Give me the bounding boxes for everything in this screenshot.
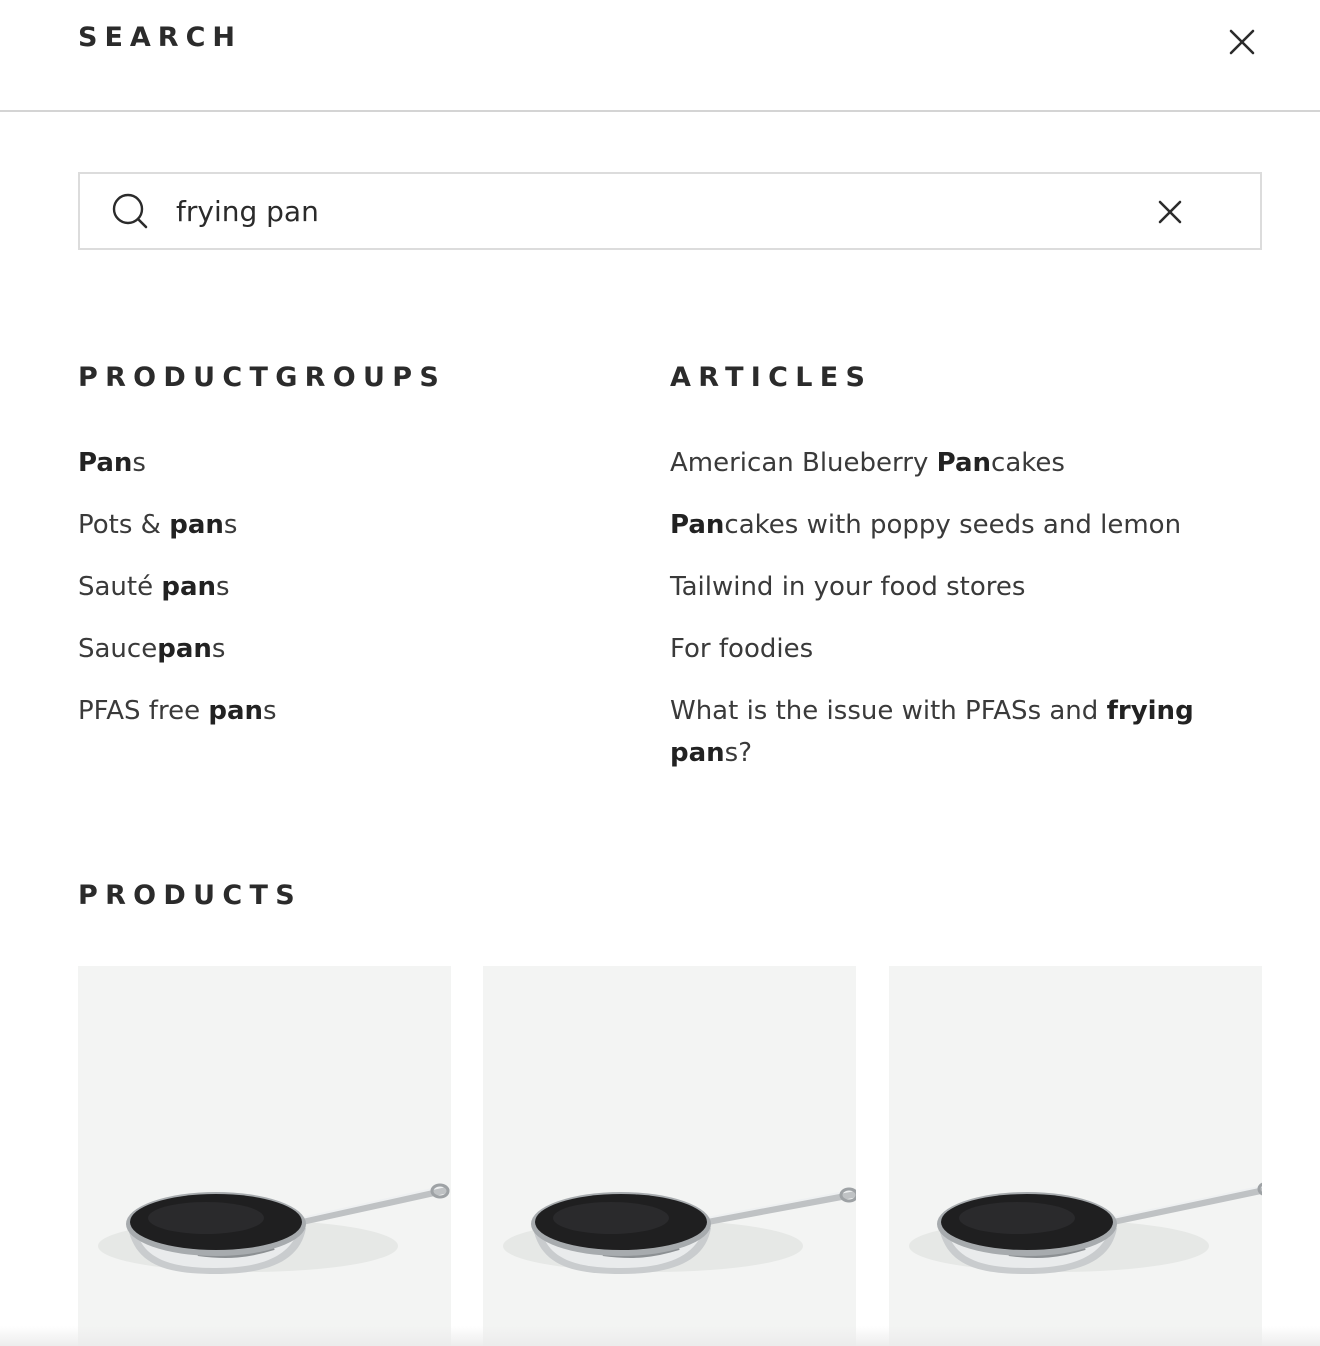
item-text: s [211, 634, 226, 664]
match-highlight: pan [208, 696, 264, 726]
product-card[interactable] [78, 966, 451, 1346]
item-text: American Blueberry [670, 448, 937, 478]
match-highlight: Pan [78, 448, 133, 478]
articles-list: American Blueberry Pancakes Pancakes with… [670, 442, 1210, 794]
products-heading: PRODUCTS [78, 880, 302, 911]
article-item[interactable]: What is the issue with PFASs and frying … [670, 690, 1210, 774]
close-icon [1229, 29, 1255, 55]
search-box [78, 172, 1262, 250]
item-text: s [132, 448, 146, 478]
frying-pan-image [98, 1183, 450, 1274]
article-item[interactable]: Pancakes with poppy seeds and lemon [670, 504, 1210, 546]
clear-icon [1158, 200, 1182, 224]
item-text: Tailwind in your food stores [670, 572, 1026, 602]
scroll-fade [0, 1326, 1320, 1346]
item-text: Pots & [78, 510, 170, 540]
productgroup-item[interactable]: Sauté pans [78, 566, 277, 608]
item-text: What is the issue with PFASs and [670, 696, 1107, 726]
item-text: Sauce [78, 634, 158, 664]
item-text: s [216, 572, 230, 602]
article-item[interactable]: Tailwind in your food stores [670, 566, 1210, 608]
item-text: s? [724, 738, 753, 768]
product-card[interactable] [889, 966, 1262, 1346]
productgroups-heading: PRODUCTGROUPS [78, 362, 447, 393]
match-highlight: pan [161, 572, 217, 602]
frying-pan-image [909, 1182, 1262, 1274]
match-highlight: pan [157, 634, 212, 664]
article-item[interactable]: For foodies [670, 628, 1210, 670]
search-input[interactable] [176, 188, 1136, 234]
product-card[interactable] [483, 966, 856, 1346]
item-text: s [223, 510, 238, 540]
productgroup-item[interactable]: Saucepans [78, 628, 277, 670]
item-text: Sauté [78, 572, 162, 602]
close-button[interactable] [1222, 22, 1262, 62]
item-text: For foodies [670, 634, 814, 664]
item-text: cakes with poppy seeds and lemon [724, 510, 1182, 540]
productgroup-item[interactable]: Pans [78, 442, 277, 484]
page-title: SEARCH [78, 22, 242, 53]
search-icon [112, 193, 148, 229]
clear-search-button[interactable] [1152, 194, 1188, 230]
match-highlight: Pan [670, 510, 725, 540]
match-highlight: pan [169, 510, 224, 540]
productgroups-list: Pans Pots & pans Sauté pans Saucepans PFAS f… [78, 442, 277, 752]
productgroup-item[interactable]: PFAS free pans [78, 690, 277, 732]
frying-pan-image [503, 1187, 856, 1274]
item-text: PFAS free [78, 696, 209, 726]
articles-heading: ARTICLES [670, 362, 873, 393]
article-item[interactable]: American Blueberry Pancakes [670, 442, 1210, 484]
products-grid [78, 966, 1262, 1346]
match-highlight: Pan [936, 448, 992, 478]
productgroup-item[interactable]: Pots & pans [78, 504, 277, 546]
search-header: SEARCH [0, 0, 1320, 112]
item-text: s [263, 696, 277, 726]
item-text: cakes [991, 448, 1065, 478]
